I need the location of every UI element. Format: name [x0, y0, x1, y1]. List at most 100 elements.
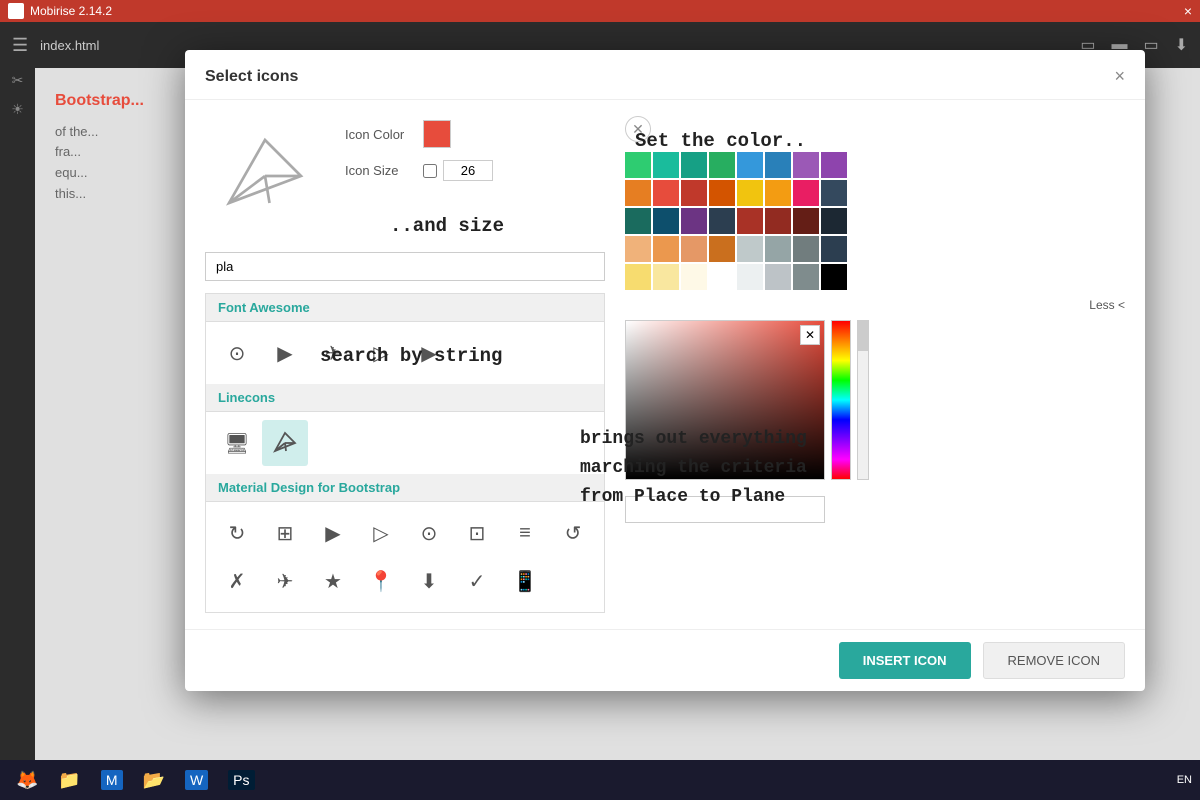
- color-swatch[interactable]: [625, 152, 651, 178]
- font-awesome-header: Font Awesome: [206, 294, 604, 322]
- color-swatch[interactable]: [625, 208, 651, 234]
- paper-plane-preview: [220, 131, 310, 221]
- color-swatch[interactable]: [653, 208, 679, 234]
- color-swatch[interactable]: [737, 208, 763, 234]
- gradient-canvas-wrapper: ✕: [625, 320, 825, 480]
- icon-cell[interactable]: ▷: [358, 330, 404, 376]
- gradient-close-button[interactable]: ✕: [800, 325, 820, 345]
- modal-header: Select icons ×: [185, 50, 1145, 100]
- color-swatch[interactable]: [821, 236, 847, 262]
- icon-cell[interactable]: ▶: [262, 330, 308, 376]
- icon-cell[interactable]: ⊞: [262, 510, 308, 556]
- hex-color-input[interactable]: [625, 496, 825, 523]
- color-swatch[interactable]: [709, 208, 735, 234]
- color-swatch[interactable]: [793, 236, 819, 262]
- color-swatch[interactable]: [653, 180, 679, 206]
- color-swatch[interactable]: [681, 264, 707, 290]
- color-swatch[interactable]: [765, 180, 791, 206]
- modal-body: Icon Color Icon Size: [185, 100, 1145, 629]
- gradient-canvas[interactable]: ✕: [625, 320, 825, 480]
- scroll-bar[interactable]: [857, 320, 869, 480]
- color-swatch[interactable]: [765, 236, 791, 262]
- color-swatch[interactable]: [625, 264, 651, 290]
- color-swatch[interactable]: [625, 236, 651, 262]
- icon-cell[interactable]: ✓: [454, 558, 500, 604]
- color-swatch[interactable]: [653, 152, 679, 178]
- color-swatch[interactable]: [737, 264, 763, 290]
- icon-cell[interactable]: ⬇: [406, 558, 452, 604]
- color-swatch[interactable]: [737, 236, 763, 262]
- font-awesome-grid: ⊙ ▶ ✈ ▷ ▶: [206, 322, 604, 384]
- color-swatch[interactable]: [681, 208, 707, 234]
- size-control-row: Icon Size: [345, 160, 493, 181]
- icon-cell[interactable]: ★: [310, 558, 356, 604]
- icon-cell[interactable]: ↺: [550, 510, 596, 556]
- icon-cell[interactable]: 🖥: [214, 420, 260, 466]
- left-panel: Icon Color Icon Size: [205, 116, 605, 613]
- icon-cell[interactable]: ▶: [310, 510, 356, 556]
- color-swatch[interactable]: [681, 152, 707, 178]
- linecons-header: Linecons: [206, 384, 604, 412]
- icon-cell[interactable]: ⊙: [406, 510, 452, 556]
- color-swatch[interactable]: [653, 264, 679, 290]
- icon-preview: [205, 116, 325, 236]
- search-box: [205, 252, 605, 281]
- size-lock-checkbox[interactable]: [423, 164, 437, 178]
- color-swatch[interactable]: [681, 180, 707, 206]
- hue-slider[interactable]: [831, 320, 851, 480]
- scroll-thumb: [858, 321, 868, 351]
- color-swatch[interactable]: [737, 180, 763, 206]
- icon-cell[interactable]: 📍: [358, 558, 404, 604]
- icon-cell[interactable]: ⊙: [214, 330, 260, 376]
- color-swatch[interactable]: [709, 180, 735, 206]
- icon-cell[interactable]: ✗: [214, 558, 260, 604]
- material-design-header: Material Design for Bootstrap: [206, 474, 604, 502]
- color-swatch[interactable]: [765, 264, 791, 290]
- color-swatch[interactable]: [765, 208, 791, 234]
- color-swatch[interactable]: [765, 152, 791, 178]
- color-swatch[interactable]: [821, 264, 847, 290]
- icon-cell[interactable]: ✈: [262, 558, 308, 604]
- color-control-row: Icon Color: [345, 120, 493, 148]
- color-swatch[interactable]: [737, 152, 763, 178]
- icon-cell[interactable]: 📱: [502, 558, 548, 604]
- color-swatch[interactable]: [793, 264, 819, 290]
- color-swatch[interactable]: [653, 236, 679, 262]
- size-input-wrapper: [423, 160, 493, 181]
- icon-cell[interactable]: ✈: [310, 330, 356, 376]
- icon-search-input[interactable]: [205, 252, 605, 281]
- color-picker-close-button[interactable]: ✕: [625, 116, 651, 142]
- gradient-picker-wrapper: ✕: [625, 320, 1125, 480]
- modal-close-button[interactable]: ×: [1114, 66, 1125, 87]
- icon-cell[interactable]: ≡: [502, 510, 548, 556]
- size-value-input[interactable]: [443, 160, 493, 181]
- color-swatch[interactable]: [821, 152, 847, 178]
- color-picker-header: ✕: [625, 116, 1125, 142]
- icon-cell[interactable]: ↻: [214, 510, 260, 556]
- select-icons-modal: Select icons ×: [185, 50, 1145, 691]
- remove-icon-button[interactable]: REMOVE ICON: [983, 642, 1125, 679]
- color-swatch[interactable]: [681, 236, 707, 262]
- color-swatch[interactable]: [709, 152, 735, 178]
- icon-preview-area: Icon Color Icon Size: [205, 116, 605, 236]
- icon-cell[interactable]: ▷: [358, 510, 404, 556]
- insert-icon-button[interactable]: INSERT ICON: [839, 642, 971, 679]
- icon-cell[interactable]: ⊡: [454, 510, 500, 556]
- color-preview-box[interactable]: [423, 120, 451, 148]
- icon-controls: Icon Color Icon Size: [345, 116, 493, 181]
- icon-cell-selected[interactable]: [262, 420, 308, 466]
- color-swatch[interactable]: [793, 152, 819, 178]
- color-swatch[interactable]: [821, 180, 847, 206]
- modal-footer: INSERT ICON REMOVE ICON: [185, 629, 1145, 691]
- modal-overlay: Select icons ×: [0, 0, 1200, 800]
- color-swatch[interactable]: [793, 180, 819, 206]
- color-swatch[interactable]: [709, 264, 735, 290]
- icon-cell[interactable]: ▶: [406, 330, 452, 376]
- icon-sections-container: Font Awesome ⊙ ▶ ✈ ▷ ▶ Linecons 🖥: [205, 293, 605, 613]
- color-swatch[interactable]: [793, 208, 819, 234]
- color-swatch[interactable]: [709, 236, 735, 262]
- color-swatch[interactable]: [625, 180, 651, 206]
- linecons-grid: 🖥: [206, 412, 604, 474]
- color-swatch[interactable]: [821, 208, 847, 234]
- less-button[interactable]: Less <: [625, 298, 1125, 312]
